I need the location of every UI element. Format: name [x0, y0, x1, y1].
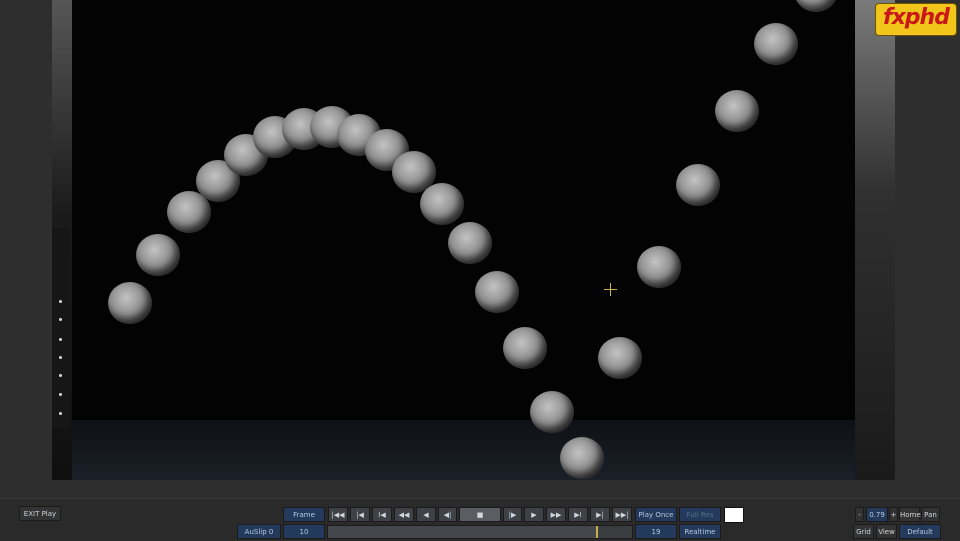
step-next-icon[interactable]: ▶|: [590, 507, 610, 522]
exit-play-button[interactable]: EXIT Play: [19, 506, 61, 521]
first-frame-icon[interactable]: |◀◀: [328, 507, 348, 522]
backdrop-right: [855, 0, 895, 480]
zoom-out-button[interactable]: -: [855, 507, 864, 522]
realtime-button[interactable]: Realtime: [679, 524, 721, 539]
home-button[interactable]: Home: [899, 507, 921, 522]
light-stand: [52, 228, 70, 428]
play-once-button[interactable]: Play Once: [635, 507, 677, 522]
default-view-field[interactable]: Default: [899, 524, 941, 539]
frame-mode-button[interactable]: Frame: [283, 507, 325, 522]
ball-21: [715, 90, 759, 132]
logo-text: fxphd: [883, 5, 950, 30]
center-crosshair: [604, 283, 617, 296]
ball-22: [754, 23, 798, 65]
current-frame-field[interactable]: 19: [635, 524, 677, 539]
ball-12: [420, 183, 464, 225]
step-reverse-icon[interactable]: ◀|: [438, 507, 457, 522]
timeline-progress: [328, 526, 596, 538]
next-key-icon[interactable]: ▶I: [568, 507, 588, 522]
playback-controls: EXIT Play Frame |◀◀ |◀ I◀ ◀◀ ◀ ◀| ■ |▶ ▶…: [0, 498, 960, 541]
ball-13: [448, 222, 492, 264]
view-button[interactable]: View: [876, 524, 897, 539]
start-frame-field[interactable]: 10: [283, 524, 325, 539]
step-back-icon[interactable]: |◀: [350, 507, 370, 522]
start-frame-label: AuSlip 0: [237, 524, 281, 539]
ball-15: [503, 327, 547, 369]
timeline-playhead[interactable]: [596, 526, 598, 538]
timeline-slider[interactable]: [327, 525, 633, 539]
fxphd-logo: fxphd: [876, 4, 956, 35]
zoom-field[interactable]: 0.79: [866, 507, 888, 522]
last-frame-icon[interactable]: ▶▶|: [612, 507, 632, 522]
play-reverse-icon[interactable]: ◀: [416, 507, 436, 522]
floor-surface: [52, 420, 895, 480]
rewind-icon[interactable]: ◀◀: [394, 507, 414, 522]
ball-17: [560, 437, 604, 479]
viewer-panel: fxphd: [0, 0, 960, 498]
ball-20: [676, 164, 720, 206]
play-forward-icon[interactable]: ▶: [524, 507, 544, 522]
zoom-in-button[interactable]: +: [889, 507, 898, 522]
full-res-button[interactable]: Full Res: [679, 507, 721, 522]
step-forward-icon[interactable]: |▶: [503, 507, 522, 522]
ball-19: [637, 246, 681, 288]
ball-16: [530, 391, 574, 433]
stop-icon[interactable]: ■: [459, 507, 501, 522]
color-swatch[interactable]: [724, 507, 744, 523]
ball-1: [108, 282, 152, 324]
ball-23: [794, 0, 838, 12]
ball-18: [598, 337, 642, 379]
ball-14: [475, 271, 519, 313]
pan-button[interactable]: Pan: [921, 507, 940, 522]
image-frame[interactable]: [52, 0, 895, 480]
fast-forward-icon[interactable]: ▶▶: [546, 507, 566, 522]
grid-button[interactable]: Grid: [853, 524, 874, 539]
prev-key-icon[interactable]: I◀: [372, 507, 392, 522]
ball-2: [136, 234, 180, 276]
